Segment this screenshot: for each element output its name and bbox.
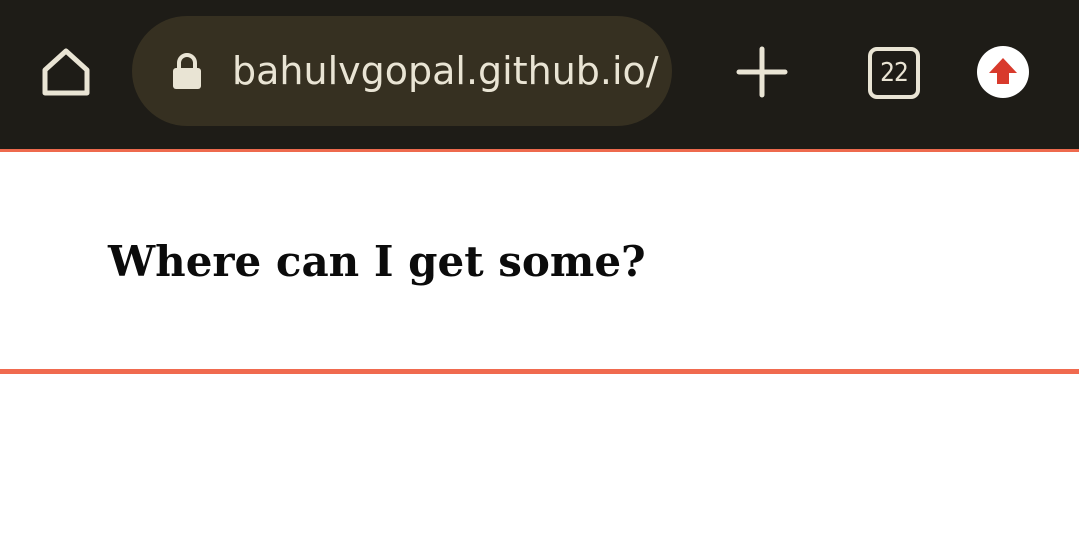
- section-divider: [0, 369, 1079, 374]
- browser-toolbar: bahulvgopal.github.io/ 22: [0, 0, 1079, 149]
- section-heading: Where can I get some?: [108, 237, 646, 286]
- url-text: bahulvgopal.github.io/: [232, 49, 659, 93]
- home-icon: [42, 48, 90, 96]
- plus-icon: [736, 46, 788, 98]
- upload-arrow-icon: [989, 58, 1017, 84]
- address-bar[interactable]: bahulvgopal.github.io/: [132, 16, 672, 126]
- home-button[interactable]: [38, 44, 94, 100]
- new-tab-button[interactable]: [735, 45, 789, 99]
- tab-count: 22: [880, 58, 909, 88]
- tab-switcher-button[interactable]: 22: [866, 45, 920, 99]
- lock-icon: [173, 53, 201, 89]
- extension-button[interactable]: [977, 46, 1029, 98]
- tab-switcher-icon: 22: [868, 47, 920, 99]
